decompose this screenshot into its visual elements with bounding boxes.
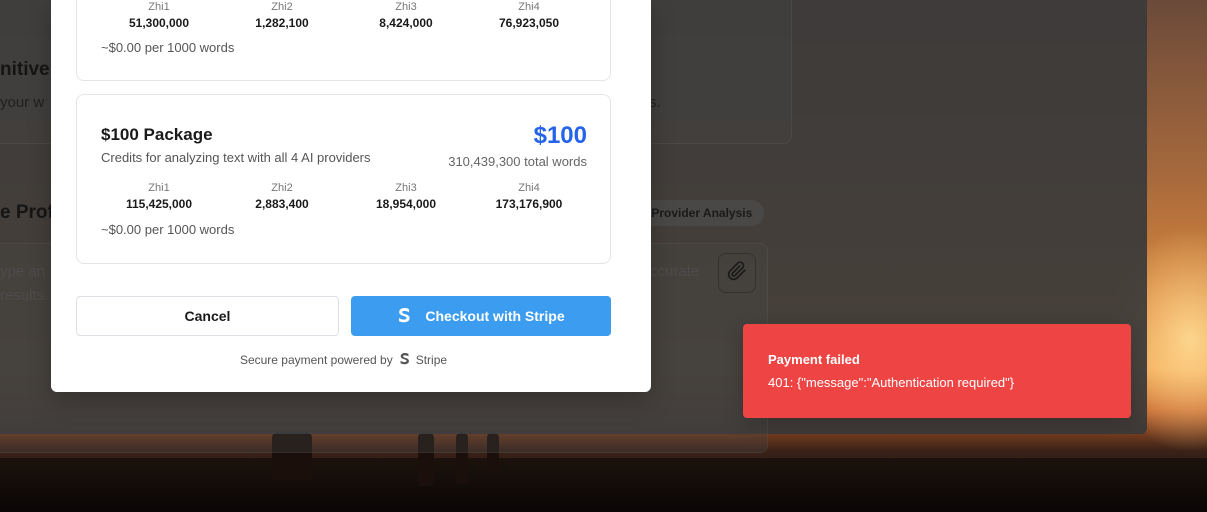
provider-value: 8,424,000 bbox=[379, 16, 433, 30]
secure-payment-note: Secure payment powered by Stripe bbox=[51, 351, 636, 369]
provider-stat: Zhi2 1,282,100 bbox=[227, 0, 337, 32]
placeholder-text: results. bbox=[0, 287, 49, 304]
provider-value: 76,923,050 bbox=[498, 16, 560, 30]
provider-value: 173,176,900 bbox=[495, 197, 563, 211]
stripe-s-icon bbox=[397, 306, 411, 327]
stripe-brand: Stripe bbox=[415, 353, 448, 367]
provider-stat: Zhi1 51,300,000 bbox=[104, 0, 214, 32]
provider-value: 51,300,000 bbox=[128, 16, 190, 30]
price-per-words: ~$0.00 per 1000 words bbox=[101, 40, 235, 55]
package-name: $100 Package bbox=[101, 125, 213, 144]
provider-stat: Zhi3 8,424,000 bbox=[351, 0, 461, 32]
provider-value: 1,282,100 bbox=[255, 16, 309, 30]
purchase-credits-modal: Zhi1 51,300,000 Zhi2 1,282,100 Zhi3 8,42… bbox=[51, 0, 651, 392]
provider-name: Zhi2 bbox=[271, 1, 293, 13]
paperclip-icon bbox=[727, 260, 747, 286]
error-toast[interactable]: Payment failed 401: {"message":"Authenti… bbox=[743, 324, 1131, 418]
checkout-label: Checkout with Stripe bbox=[425, 308, 565, 324]
background-heading: nitive bbox=[0, 59, 50, 80]
package-total-words: 310,439,300 total words bbox=[448, 154, 587, 169]
provider-stat: Zhi4 173,176,900 bbox=[474, 181, 584, 213]
toast-title: Payment failed bbox=[768, 352, 860, 367]
placeholder-text: ccurate bbox=[650, 263, 700, 280]
provider-name: Zhi4 bbox=[518, 182, 540, 194]
background-ground bbox=[0, 458, 1207, 512]
provider-name: Zhi4 bbox=[518, 1, 540, 13]
toast-message: 401: {"message":"Authentication required… bbox=[768, 375, 1015, 390]
provider-name: Zhi3 bbox=[395, 182, 417, 194]
provider-name: Zhi1 bbox=[148, 1, 170, 13]
provider-stat: Zhi2 2,883,400 bbox=[227, 181, 337, 213]
placeholder-text: ype an bbox=[0, 263, 46, 280]
package-card[interactable]: Zhi1 51,300,000 Zhi2 1,282,100 Zhi3 8,42… bbox=[76, 0, 611, 81]
provider-name: Zhi2 bbox=[271, 182, 293, 194]
package-price: $100 bbox=[533, 122, 587, 149]
provider-name: Zhi3 bbox=[395, 1, 417, 13]
package-card[interactable]: $100 Package Credits for analyzing text … bbox=[76, 94, 611, 264]
provider-stat: Zhi4 76,923,050 bbox=[474, 0, 584, 32]
package-description: Credits for analyzing text with all 4 AI… bbox=[101, 150, 371, 165]
provider-value: 18,954,000 bbox=[375, 197, 437, 211]
provider-name: Zhi1 bbox=[148, 182, 170, 194]
provider-stat: Zhi1 115,425,000 bbox=[104, 181, 214, 213]
price-per-words: ~$0.00 per 1000 words bbox=[101, 222, 235, 237]
cancel-button[interactable]: Cancel bbox=[76, 296, 339, 336]
secure-text: Secure payment powered by bbox=[239, 353, 393, 367]
stripe-logo-icon bbox=[399, 351, 410, 369]
checkout-with-stripe-button[interactable]: Checkout with Stripe bbox=[351, 296, 611, 336]
provider-value: 2,883,400 bbox=[255, 197, 309, 211]
provider-stat: Zhi3 18,954,000 bbox=[351, 181, 461, 213]
provider-value: 115,425,000 bbox=[125, 197, 193, 211]
background-text: your w bbox=[0, 94, 45, 111]
attach-button[interactable] bbox=[718, 253, 756, 293]
